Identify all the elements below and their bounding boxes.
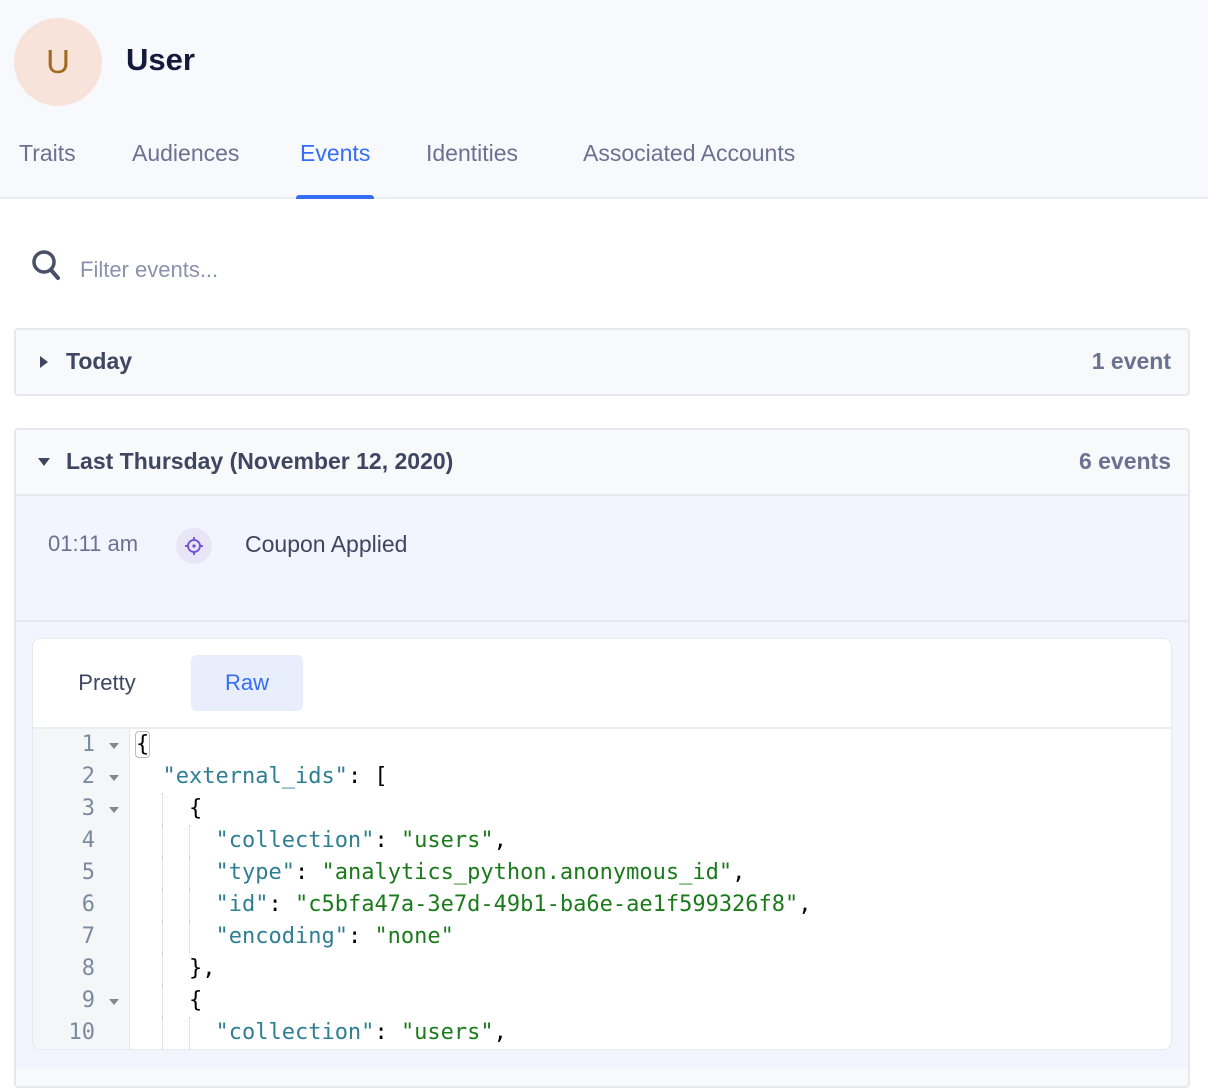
raw-tab[interactable]: Raw (191, 655, 303, 711)
active-tab-indicator (296, 195, 375, 199)
group-event-count: 1 event (1091, 348, 1171, 374)
indent-guide (162, 921, 164, 953)
tab-identities[interactable]: Identities (426, 140, 518, 199)
line-number: 10 (68, 1020, 96, 1045)
code-line: { (134, 731, 151, 758)
line-number: 2 (33, 761, 129, 793)
group-title: Last Thursday (November 12, 2020) (66, 448, 454, 474)
line-number: 4 (81, 828, 95, 853)
indent-guide (188, 921, 190, 953)
line-number: 1 (33, 729, 129, 761)
code-area[interactable]: { "external_ids": [ { "collection": "use… (130, 729, 1171, 1049)
event-row[interactable]: 01:11 am Coupon Applied (16, 494, 1188, 622)
tab-traits[interactable]: Traits (19, 140, 76, 199)
tab-associated-accounts[interactable]: Associated Accounts (583, 140, 795, 199)
fold-toggle-icon[interactable] (109, 807, 119, 813)
line-number: 9 (33, 985, 129, 1017)
code-line: "id": "c5bfa47a-3e7d-49b1-ba6e-ae1f59932… (136, 889, 1171, 921)
event-group-last-thursday: Last Thursday (November 12, 2020) 6 even… (14, 428, 1190, 1088)
code-line: "encoding": "none" (136, 921, 1171, 953)
code-line: "collection": "users", (136, 825, 1171, 857)
indent-guide (188, 825, 190, 857)
event-detail-wrapper: Pretty Raw 1 2 3 4 5 6 7 8 9 10 { "external_ids":… (16, 622, 1188, 1068)
code-line: "type": "analytics_python.anonymous_id", (136, 857, 1171, 889)
crosshair-icon (176, 528, 212, 564)
code-line: }, (136, 953, 1171, 985)
view-mode-tabs: Pretty Raw (33, 639, 1171, 729)
indent-guide (162, 857, 164, 889)
group-header-today[interactable]: Today 1 event (16, 330, 1188, 394)
avatar: U (14, 18, 102, 106)
pretty-tab[interactable]: Pretty (51, 655, 163, 711)
indent-guide (162, 1017, 164, 1049)
page-title: User (126, 42, 195, 77)
filter-events-input[interactable] (80, 252, 580, 288)
indent-guide (162, 793, 164, 825)
indent-guide (188, 857, 190, 889)
fold-toggle-icon[interactable] (109, 743, 119, 749)
line-number: 3 (33, 793, 129, 825)
tab-audiences[interactable]: Audiences (132, 140, 239, 199)
indent-guide (162, 985, 164, 1017)
indent-guide (162, 825, 164, 857)
tab-events[interactable]: Events (296, 140, 375, 199)
indent-guide (188, 889, 190, 921)
json-editor[interactable]: 1 2 3 4 5 6 7 8 9 10 { "external_ids": [ { "colle… (33, 729, 1171, 1049)
caret-right-icon (40, 356, 48, 368)
line-number: 6 (81, 892, 95, 917)
caret-down-icon (38, 458, 50, 466)
code-line: "collection": "users", (136, 1017, 1171, 1049)
search-icon (32, 250, 60, 280)
fold-toggle-icon[interactable] (109, 775, 119, 781)
indent-guide (162, 953, 164, 985)
code-line: { (136, 793, 1171, 825)
indent-guide (188, 1017, 190, 1049)
group-title: Today (66, 348, 133, 374)
code-line: "external_ids": [ (162, 764, 388, 789)
line-number-gutter: 1 2 3 4 5 6 7 8 9 10 (33, 729, 130, 1049)
group-header-last-thursday[interactable]: Last Thursday (November 12, 2020) 6 even… (16, 430, 1188, 494)
group-event-count: 6 events (1078, 448, 1171, 474)
line-number: 8 (81, 956, 95, 981)
event-filter (30, 248, 630, 292)
event-group-today: Today 1 event (14, 328, 1190, 396)
fold-toggle-icon[interactable] (109, 999, 119, 1005)
code-line: { (136, 985, 1171, 1017)
line-number: 7 (81, 924, 95, 949)
event-time: 01:11 am (48, 531, 139, 556)
indent-guide (162, 889, 164, 921)
line-number: 5 (81, 860, 95, 885)
profile-header: U User Traits Audiences Events Identitie… (0, 0, 1208, 199)
event-detail-panel: Pretty Raw 1 2 3 4 5 6 7 8 9 10 { "external_ids":… (32, 638, 1172, 1050)
event-name: Coupon Applied (245, 531, 408, 557)
